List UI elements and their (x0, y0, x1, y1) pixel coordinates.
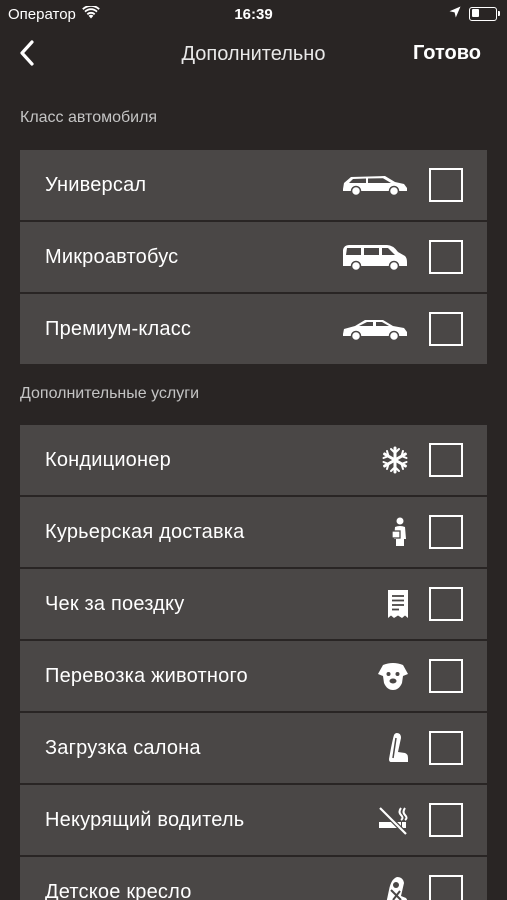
option-row-receipt[interactable]: Чек за поездку (20, 569, 487, 639)
section-header-extra-services: Дополнительные услуги (20, 385, 200, 402)
minibus-icon (341, 222, 409, 292)
option-row-courier[interactable]: Курьерская доставка (20, 497, 487, 567)
option-row-non-smoking-driver[interactable]: Некурящий водитель (20, 785, 487, 855)
chevron-left-icon (20, 40, 34, 66)
status-right (449, 5, 500, 22)
section-header-car-class: Класс автомобиля (20, 109, 158, 126)
checkbox[interactable] (429, 875, 463, 900)
location-arrow-icon (449, 5, 461, 22)
courier-icon (391, 497, 409, 567)
car-class-list: Универсал Микроавтобус Премиум-класс (20, 150, 487, 366)
checkbox[interactable] (429, 803, 463, 837)
checkbox[interactable] (429, 240, 463, 274)
option-label: Кондиционер (45, 448, 171, 471)
option-label: Микроавтобус (45, 245, 179, 268)
car-seat-icon (387, 713, 409, 783)
nav-bar: Дополнительно Готово (0, 30, 507, 76)
option-label: Детское кресло (45, 880, 192, 900)
option-label: Некурящий водитель (45, 808, 245, 831)
checkbox[interactable] (429, 168, 463, 202)
option-label: Курьерская доставка (45, 520, 245, 543)
option-row-child-seat[interactable]: Детское кресло (20, 857, 487, 900)
no-smoking-icon (377, 785, 409, 855)
child-seat-icon (383, 857, 409, 900)
checkbox[interactable] (429, 587, 463, 621)
extra-services-list: Кондиционер Курьерская доставка Чек за п… (20, 425, 487, 900)
station-wagon-icon (341, 150, 409, 220)
option-row-station-wagon[interactable]: Универсал (20, 150, 487, 220)
status-bar: Оператор 16:39 (0, 0, 507, 30)
done-button[interactable]: Готово (413, 42, 481, 65)
option-label: Перевозка животного (45, 664, 248, 687)
battery-icon (469, 6, 500, 21)
option-row-air-conditioning[interactable]: Кондиционер (20, 425, 487, 495)
checkbox[interactable] (429, 515, 463, 549)
premium-car-icon (341, 294, 409, 364)
dog-icon (377, 641, 409, 711)
receipt-icon (387, 569, 409, 639)
option-row-minibus[interactable]: Микроавтобус (20, 222, 487, 292)
checkbox[interactable] (429, 731, 463, 765)
option-label: Чек за поездку (45, 592, 185, 615)
checkbox[interactable] (429, 312, 463, 346)
option-row-pet-transport[interactable]: Перевозка животного (20, 641, 487, 711)
back-button[interactable] (12, 36, 42, 70)
option-row-cabin-loading[interactable]: Загрузка салона (20, 713, 487, 783)
option-label: Премиум-класс (45, 317, 192, 340)
battery-fill (471, 9, 480, 17)
option-label: Универсал (45, 173, 147, 196)
option-label: Загрузка салона (45, 736, 201, 759)
status-time: 16:39 (234, 6, 273, 23)
snowflake-icon (381, 425, 409, 495)
option-row-premium[interactable]: Премиум-класс (20, 294, 487, 364)
checkbox[interactable] (429, 443, 463, 477)
checkbox[interactable] (429, 659, 463, 693)
